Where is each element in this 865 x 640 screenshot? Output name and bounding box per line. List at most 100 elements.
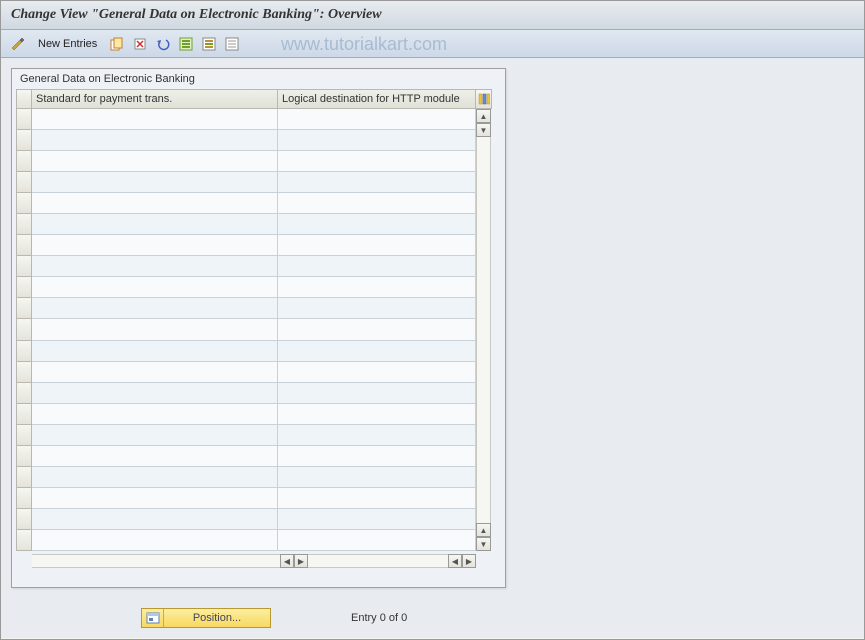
hscroll-right2-icon[interactable]: ▶ — [462, 554, 476, 568]
cell-logical-destination[interactable] — [278, 319, 476, 340]
hscroll-left2-icon[interactable]: ◀ — [448, 554, 462, 568]
cell-logical-destination[interactable] — [278, 172, 476, 193]
cell-standard-payment[interactable] — [32, 362, 278, 383]
cell-logical-destination[interactable] — [278, 277, 476, 298]
cell-logical-destination[interactable] — [278, 488, 476, 509]
row-selector[interactable] — [16, 214, 32, 235]
row-selector[interactable] — [16, 467, 32, 488]
cell-standard-payment[interactable] — [32, 298, 278, 319]
column-header-standard-payment[interactable]: Standard for payment trans. — [32, 89, 278, 109]
hscroll-right-icon[interactable]: ▶ — [294, 554, 308, 568]
cell-standard-payment[interactable] — [32, 319, 278, 340]
row-selector[interactable] — [16, 109, 32, 130]
row-selector[interactable] — [16, 488, 32, 509]
cell-logical-destination[interactable] — [278, 151, 476, 172]
cell-logical-destination[interactable] — [278, 383, 476, 404]
hscroll-track-left — [32, 554, 280, 568]
cell-standard-payment[interactable] — [32, 277, 278, 298]
cell-standard-payment[interactable] — [32, 446, 278, 467]
row-selector[interactable] — [16, 151, 32, 172]
cell-standard-payment[interactable] — [32, 383, 278, 404]
cell-logical-destination[interactable] — [278, 130, 476, 151]
table-row — [16, 277, 476, 298]
page-title: Change View "General Data on Electronic … — [1, 1, 864, 30]
deselect-all-icon[interactable] — [223, 35, 241, 53]
cell-standard-payment[interactable] — [32, 341, 278, 362]
scroll-track[interactable] — [476, 137, 491, 523]
scroll-down-bottom-icon[interactable]: ▼ — [476, 537, 491, 551]
delete-icon[interactable] — [131, 35, 149, 53]
row-selector[interactable] — [16, 341, 32, 362]
cell-logical-destination[interactable] — [278, 362, 476, 383]
cell-standard-payment[interactable] — [32, 193, 278, 214]
row-selector[interactable] — [16, 319, 32, 340]
cell-logical-destination[interactable] — [278, 509, 476, 530]
cell-standard-payment[interactable] — [32, 130, 278, 151]
copy-as-icon[interactable] — [108, 35, 126, 53]
row-selector[interactable] — [16, 530, 32, 551]
row-selector[interactable] — [16, 256, 32, 277]
row-selector[interactable] — [16, 298, 32, 319]
row-selector[interactable] — [16, 383, 32, 404]
row-selector[interactable] — [16, 277, 32, 298]
row-selector[interactable] — [16, 235, 32, 256]
row-selector[interactable] — [16, 509, 32, 530]
row-selector[interactable] — [16, 362, 32, 383]
cell-logical-destination[interactable] — [278, 109, 476, 130]
row-selector[interactable] — [16, 193, 32, 214]
table-row — [16, 425, 476, 446]
main-area: General Data on Electronic Banking Stand… — [1, 58, 864, 598]
cell-standard-payment[interactable] — [32, 109, 278, 130]
cell-logical-destination[interactable] — [278, 256, 476, 277]
horizontal-scrollbar[interactable]: ◀ ▶ ◀ ▶ — [32, 553, 501, 569]
cell-logical-destination[interactable] — [278, 214, 476, 235]
cell-logical-destination[interactable] — [278, 298, 476, 319]
scroll-down-icon[interactable]: ▼ — [476, 123, 491, 137]
cell-logical-destination[interactable] — [278, 446, 476, 467]
row-selector[interactable] — [16, 172, 32, 193]
cell-logical-destination[interactable] — [278, 235, 476, 256]
cell-logical-destination[interactable] — [278, 530, 476, 551]
table-row — [16, 404, 476, 425]
scroll-up-bottom-icon[interactable]: ▲ — [476, 523, 491, 537]
cell-standard-payment[interactable] — [32, 425, 278, 446]
cell-logical-destination[interactable] — [278, 467, 476, 488]
table-configuration-icon[interactable] — [476, 89, 492, 109]
cell-standard-payment[interactable] — [32, 172, 278, 193]
scroll-up-icon[interactable]: ▲ — [476, 109, 491, 123]
hscroll-track-mid[interactable] — [308, 554, 448, 568]
table-body — [16, 109, 476, 551]
cell-standard-payment[interactable] — [32, 214, 278, 235]
cell-logical-destination[interactable] — [278, 404, 476, 425]
row-selector[interactable] — [16, 130, 32, 151]
column-header-logical-destination[interactable]: Logical destination for HTTP module — [278, 89, 476, 109]
cell-standard-payment[interactable] — [32, 151, 278, 172]
cell-standard-payment[interactable] — [32, 530, 278, 551]
row-selector[interactable] — [16, 446, 32, 467]
table-row — [16, 214, 476, 235]
toggle-display-change-icon[interactable] — [9, 35, 27, 53]
cell-standard-payment[interactable] — [32, 256, 278, 277]
new-entries-button[interactable]: New Entries — [32, 36, 103, 52]
table-row — [16, 130, 476, 151]
cell-logical-destination[interactable] — [278, 425, 476, 446]
cell-standard-payment[interactable] — [32, 404, 278, 425]
undo-change-icon[interactable] — [154, 35, 172, 53]
hscroll-left-icon[interactable]: ◀ — [280, 554, 294, 568]
position-button[interactable]: Position... — [141, 608, 271, 628]
table-row — [16, 467, 476, 488]
select-all-column[interactable] — [16, 89, 32, 109]
panel-header: General Data on Electronic Banking — [12, 69, 505, 89]
cell-logical-destination[interactable] — [278, 341, 476, 362]
row-selector[interactable] — [16, 425, 32, 446]
cell-logical-destination[interactable] — [278, 193, 476, 214]
select-all-icon[interactable] — [177, 35, 195, 53]
cell-standard-payment[interactable] — [32, 235, 278, 256]
cell-standard-payment[interactable] — [32, 509, 278, 530]
select-block-icon[interactable] — [200, 35, 218, 53]
cell-standard-payment[interactable] — [32, 467, 278, 488]
table-row — [16, 109, 476, 130]
row-selector[interactable] — [16, 404, 32, 425]
vertical-scrollbar[interactable]: ▲ ▼ ▲ ▼ — [476, 109, 491, 551]
cell-standard-payment[interactable] — [32, 488, 278, 509]
